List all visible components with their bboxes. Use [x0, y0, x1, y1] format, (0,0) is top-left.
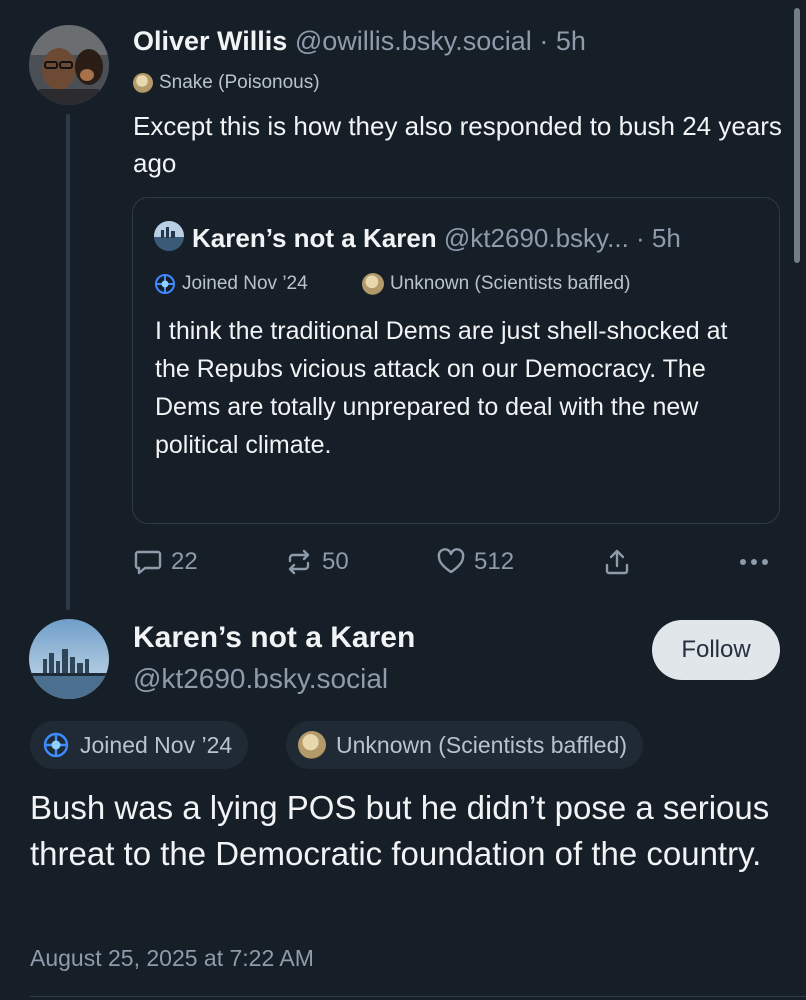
unknown-badge-icon	[298, 731, 326, 759]
quoted-author-avatar	[154, 221, 184, 251]
quoted-author-handle: @kt2690.bsky...	[443, 223, 629, 253]
reply-count: 22	[171, 548, 198, 575]
more-options-button[interactable]	[738, 547, 770, 577]
repost-count: 50	[322, 548, 349, 575]
unknown-badge-icon	[362, 273, 384, 295]
quoted-joined-badge: Joined Nov ’24	[154, 273, 308, 295]
share-upload-icon	[605, 549, 629, 575]
main-joined-badge: Joined Nov ’24	[30, 721, 249, 769]
quoted-author-line: Karen’s not a Karen @kt2690.bsky... · 5h	[154, 221, 681, 254]
main-author-handle[interactable]: @kt2690.bsky.social	[133, 663, 388, 695]
parent-author-line: Oliver Willis @owillis.bsky.social · 5h	[133, 26, 586, 57]
globe-badge-icon	[155, 274, 175, 294]
speech-bubble-icon	[134, 550, 162, 575]
snake-badge-icon	[133, 73, 153, 93]
parent-post-time: · 5h	[539, 26, 586, 56]
main-joined-label: Joined Nov ’24	[80, 731, 233, 758]
scrollbar[interactable]	[794, 8, 800, 263]
main-author-name[interactable]: Karen’s not a Karen	[133, 621, 415, 655]
share-button[interactable]	[602, 547, 632, 577]
parent-author-handle[interactable]: @owillis.bsky.social	[295, 26, 532, 56]
quoted-unknown-badge: Unknown (Scientists baffled)	[362, 273, 630, 295]
parent-author-badge: Snake (Poisonous)	[133, 72, 320, 94]
quoted-unknown-label: Unknown (Scientists baffled)	[390, 273, 631, 294]
repost-button[interactable]: 50	[284, 547, 349, 577]
quoted-joined-label: Joined Nov ’24	[182, 273, 308, 294]
parent-post-text: Except this is how they also responded t…	[133, 111, 782, 178]
parent-author-name[interactable]: Oliver Willis	[133, 26, 287, 56]
main-post-text: Bush was a lying POS but he didn’t pose …	[30, 789, 770, 872]
post-action-bar: 22 50 512	[0, 545, 806, 579]
main-unknown-label: Unknown (Scientists baffled)	[336, 731, 628, 758]
main-author-avatar[interactable]	[29, 619, 109, 699]
quoted-author-name: Karen’s not a Karen	[192, 223, 437, 253]
reply-button[interactable]: 22	[133, 547, 198, 577]
quoted-post-text: I think the traditional Dems are just sh…	[155, 317, 728, 459]
ellipsis-icon	[740, 559, 768, 565]
quoted-post-time: · 5h	[636, 223, 681, 253]
parent-author-avatar[interactable]	[29, 25, 109, 105]
heart-icon	[437, 548, 465, 574]
parent-author-badge-label: Snake (Poisonous)	[159, 72, 320, 93]
globe-badge-icon	[43, 732, 69, 758]
main-post-timestamp: August 25, 2025 at 7:22 AM	[30, 945, 314, 971]
main-unknown-badge: Unknown (Scientists baffled)	[286, 721, 644, 769]
divider	[30, 996, 806, 997]
like-count: 512	[474, 548, 515, 575]
like-button[interactable]: 512	[436, 547, 514, 577]
follow-button[interactable]: Follow	[652, 620, 780, 680]
repost-arrows-icon	[288, 549, 310, 575]
thread-connector-line	[66, 114, 70, 610]
